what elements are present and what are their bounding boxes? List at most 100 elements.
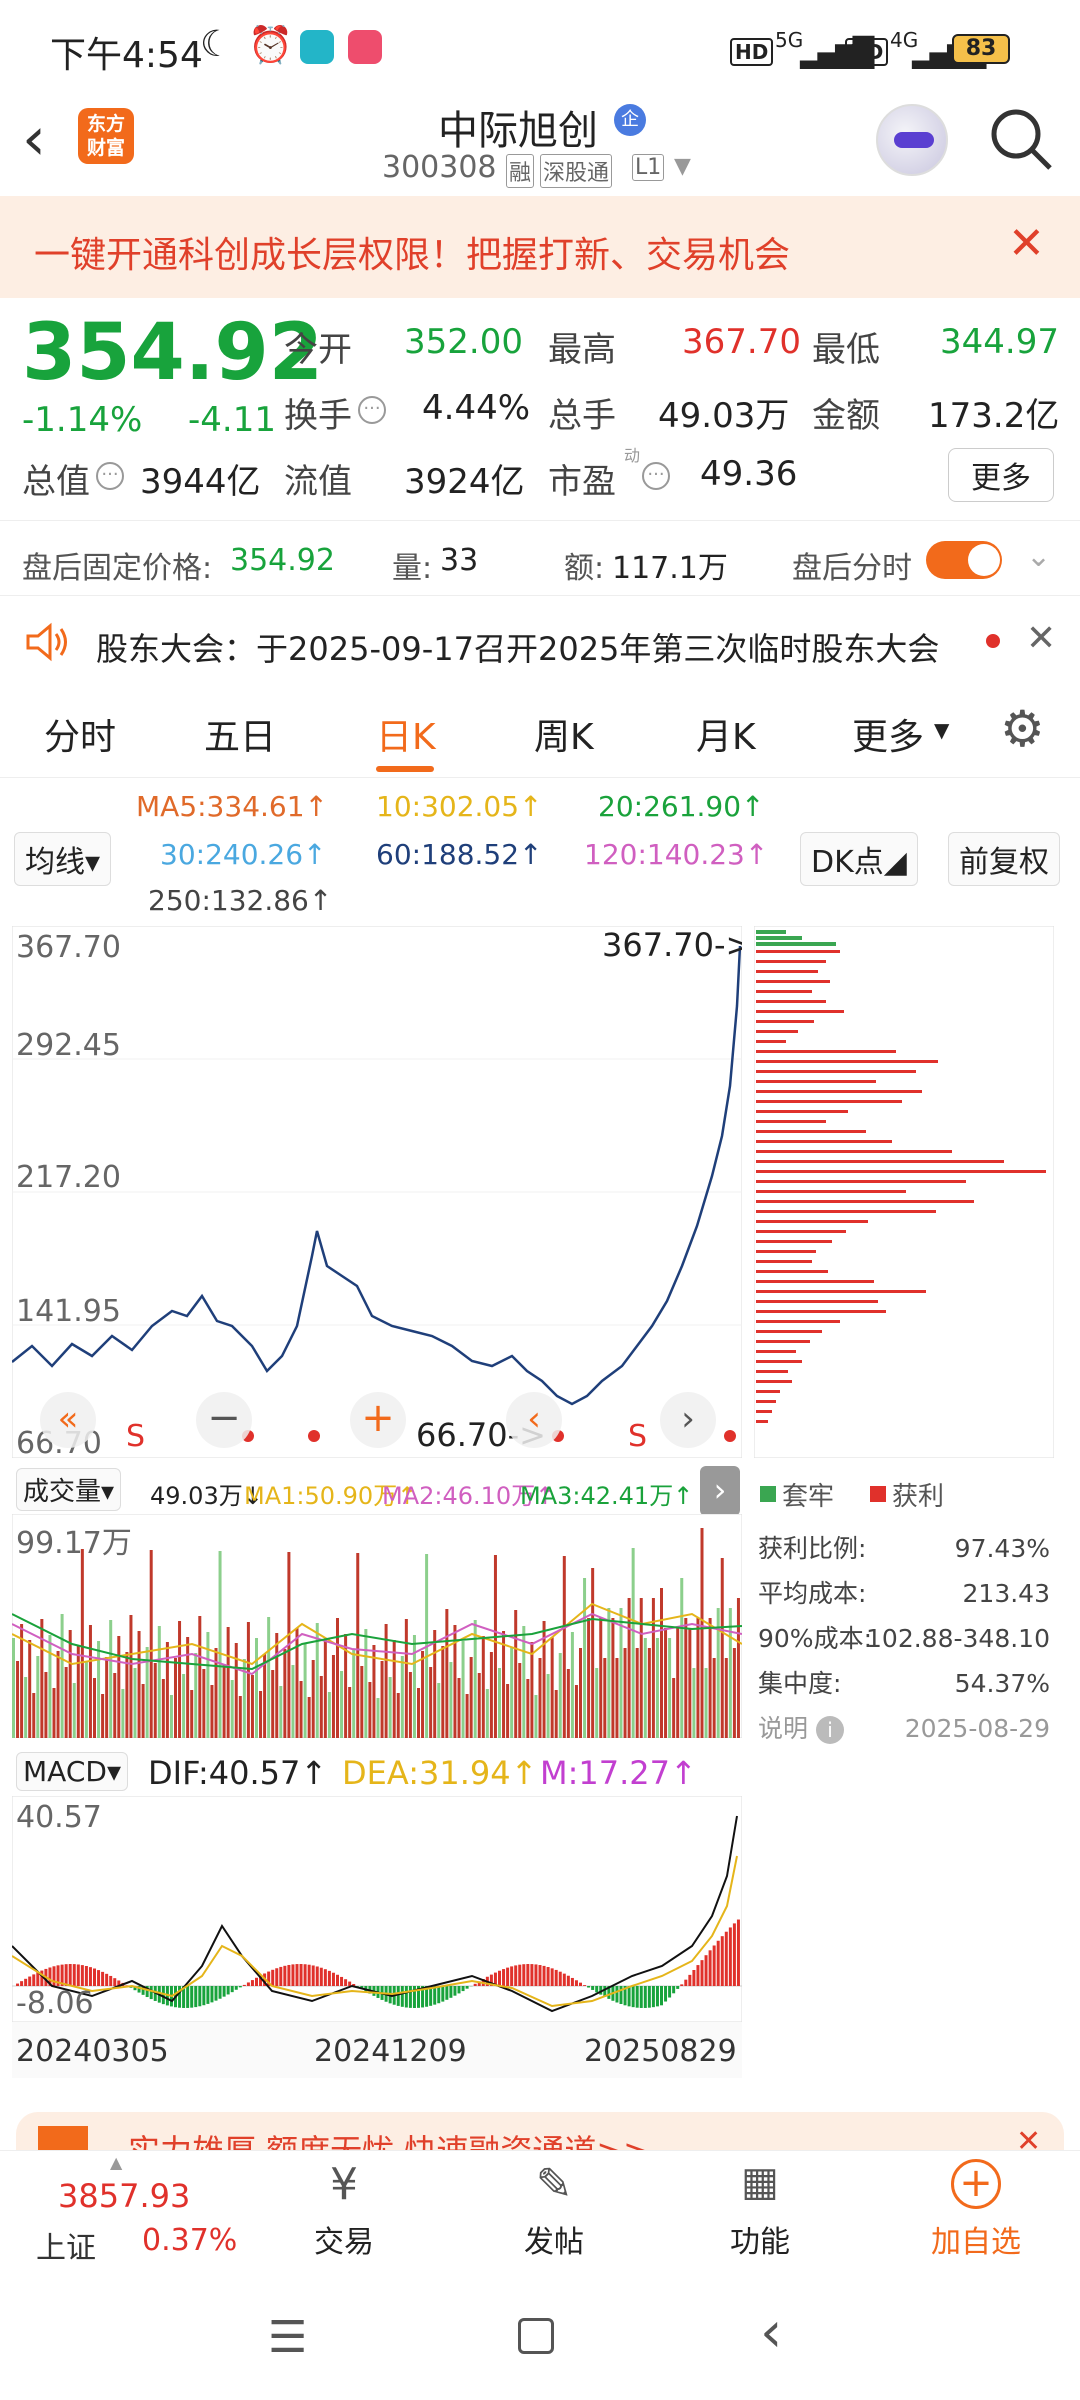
volume-bar bbox=[113, 1673, 117, 1738]
macd-bar bbox=[639, 1986, 643, 2008]
macd-bar bbox=[400, 1986, 404, 2007]
back-nav-icon[interactable]: ‹ bbox=[760, 2300, 782, 2365]
close-icon-3[interactable]: ✕ bbox=[1016, 2124, 1041, 2152]
macd-chart[interactable] bbox=[12, 1796, 742, 2022]
notice-bar[interactable]: 股东大会：于2025-09-17召开2025年第三次临时股东大会 ✕ bbox=[0, 596, 1080, 688]
after-hours-amt-label: 额: bbox=[564, 551, 605, 586]
info-dots-icon-3[interactable]: ··· bbox=[642, 462, 670, 490]
chart-tabs: 分时 五日 日K 周K 月K 更多 ▼ ⚙ bbox=[0, 688, 1080, 778]
pe-label: 市盈 bbox=[548, 462, 616, 502]
macd-bar bbox=[732, 1923, 736, 1986]
tab-monthly-k[interactable]: 月K bbox=[696, 708, 756, 760]
macd-bar bbox=[716, 1940, 720, 1986]
margin-tag: 融 bbox=[506, 154, 535, 188]
macd-bar bbox=[635, 1986, 639, 2008]
macd-bar bbox=[579, 1982, 582, 1986]
volume-bar bbox=[153, 1663, 157, 1738]
nav-trade[interactable]: ¥ 交易 bbox=[274, 2159, 414, 2261]
gear-icon[interactable]: ⚙ bbox=[1000, 700, 1045, 758]
tab-weekly-k[interactable]: 周K bbox=[534, 708, 594, 760]
volume-bar bbox=[368, 1682, 372, 1738]
volume-bar bbox=[396, 1693, 400, 1738]
dk-point-button[interactable]: DK点◢ bbox=[800, 832, 918, 886]
index-change[interactable]: 0.37% bbox=[142, 2223, 237, 2258]
macd-bar bbox=[76, 1964, 80, 1986]
battery-icon: 83 bbox=[952, 34, 1010, 64]
volume-bar bbox=[178, 1621, 182, 1738]
turnover-label: 换手 bbox=[284, 396, 352, 436]
nav-functions[interactable]: ▦ 功能 bbox=[690, 2159, 830, 2261]
sell-marker-2: S bbox=[628, 1419, 647, 1454]
macd-bar bbox=[457, 1986, 461, 1994]
close-icon-2[interactable]: ✕ bbox=[1026, 618, 1056, 659]
macd-bar bbox=[684, 1979, 688, 1986]
volume-bar bbox=[583, 1578, 587, 1738]
volume-bar bbox=[311, 1660, 315, 1738]
expand-panel-icon[interactable]: › bbox=[700, 1466, 740, 1516]
macd-bar bbox=[647, 1986, 651, 2008]
macd-bar bbox=[736, 1919, 740, 1986]
ma30-value: 30:240.26↑ bbox=[160, 838, 327, 871]
macd-bar bbox=[728, 1927, 732, 1986]
after-hours-row: 盘后固定价格: 354.92 量: 33 额: 117.1万 盘后分时 ⌄ bbox=[0, 520, 1080, 596]
financing-promo[interactable]: 实力雄厚 额度无忧 快速融资通道>> ✕ bbox=[16, 2112, 1064, 2152]
back-icon[interactable]: ‹ bbox=[22, 104, 46, 174]
search-icon[interactable] bbox=[988, 106, 1054, 172]
info-dots-icon-2[interactable]: ··· bbox=[96, 462, 124, 490]
macd-bar bbox=[538, 1965, 542, 1986]
kline-chart[interactable]: 367.70-> 66.70-> S S bbox=[12, 926, 742, 1458]
home-icon[interactable] bbox=[518, 2318, 554, 2354]
explain-label[interactable]: 说明 bbox=[758, 1714, 808, 1743]
tab-intraday[interactable]: 分时 bbox=[44, 708, 116, 760]
robot-assistant-avatar[interactable] bbox=[876, 104, 948, 176]
promo-banner[interactable]: 一键开通科创成长层权限！把握打新、交易机会 ✕ bbox=[0, 196, 1080, 298]
zoom-out-icon[interactable]: − bbox=[196, 1392, 252, 1448]
zoom-in-icon[interactable]: + bbox=[350, 1392, 406, 1448]
adjust-mode-button[interactable]: 前复权 bbox=[948, 832, 1060, 886]
volume-bar bbox=[20, 1624, 24, 1738]
volume-bar bbox=[708, 1618, 712, 1738]
chip-distribution-chart[interactable] bbox=[754, 926, 1054, 1458]
volume-bar bbox=[60, 1614, 64, 1738]
volume-selector[interactable]: 成交量▾ bbox=[16, 1468, 122, 1511]
macd-selector[interactable]: MACD▾ bbox=[16, 1752, 128, 1791]
volume-bar bbox=[510, 1647, 514, 1738]
volume-bar bbox=[319, 1676, 323, 1738]
macd-bar bbox=[336, 1974, 339, 1986]
volume-bar bbox=[238, 1696, 242, 1738]
macd-bar bbox=[72, 1964, 76, 1986]
macd-bar bbox=[587, 1986, 591, 1988]
nav-add-watchlist[interactable]: + 加自选 bbox=[906, 2159, 1046, 2261]
macd-bar bbox=[615, 1986, 619, 2003]
menu-icon[interactable]: ☰ bbox=[268, 2312, 307, 2363]
close-icon[interactable]: ✕ bbox=[1008, 218, 1045, 269]
step-left-icon[interactable]: ‹ bbox=[506, 1392, 562, 1448]
info-icon[interactable]: i bbox=[816, 1716, 845, 1744]
macd-y-max: 40.57 bbox=[16, 1800, 102, 1835]
volume-bar bbox=[485, 1689, 489, 1738]
info-dots-icon[interactable]: ··· bbox=[358, 396, 386, 424]
volume-bar bbox=[631, 1548, 635, 1738]
chevron-down-icon[interactable]: ▼ bbox=[674, 154, 691, 179]
nav-post[interactable]: ✎ 发帖 bbox=[484, 2159, 624, 2261]
step-right-icon[interactable]: › bbox=[660, 1392, 716, 1448]
tab-more[interactable]: 更多 bbox=[852, 708, 924, 760]
tab-five-day[interactable]: 五日 bbox=[204, 708, 276, 760]
volume-bar bbox=[566, 1669, 570, 1738]
add-circle-icon: + bbox=[906, 2159, 1046, 2217]
eastmoney-logo[interactable]: 东方 财富 bbox=[78, 108, 134, 164]
more-button[interactable]: 更多 bbox=[948, 448, 1054, 502]
chevron-down-icon-2[interactable]: ⌄ bbox=[1026, 539, 1051, 574]
index-name[interactable]: 上证 bbox=[36, 2223, 96, 2267]
volume-bar bbox=[40, 1619, 44, 1738]
scroll-left-icon[interactable]: « bbox=[40, 1392, 96, 1448]
macd-bar bbox=[583, 1985, 587, 1986]
ma-selector[interactable]: 均线▾ bbox=[14, 832, 112, 886]
speaker-icon bbox=[26, 622, 67, 662]
open-value: 352.00 bbox=[404, 322, 523, 362]
tab-daily-k[interactable]: 日K bbox=[376, 708, 436, 760]
avg-cost-label: 平均成本: bbox=[758, 1579, 867, 1608]
volume-bar bbox=[550, 1637, 554, 1738]
after-hours-toggle[interactable] bbox=[926, 541, 1002, 579]
index-value[interactable]: 3857.93 bbox=[58, 2177, 190, 2215]
